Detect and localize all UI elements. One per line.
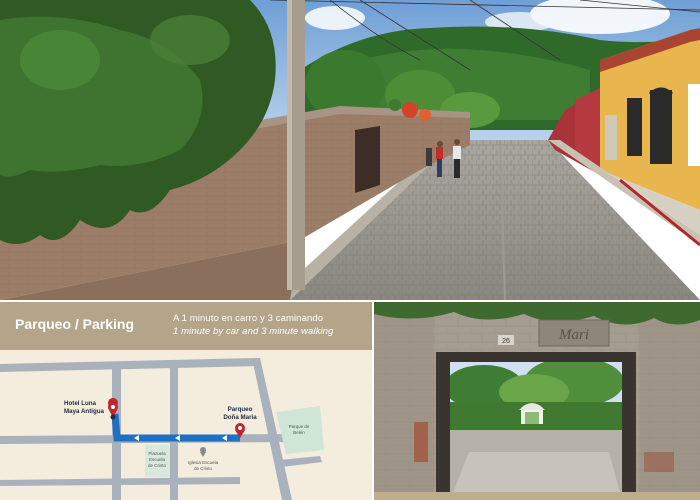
parking-label-line1: Parqueo: [228, 406, 253, 413]
hotel-label-line2: Maya Antigua: [64, 408, 105, 415]
parking-header: Parqueo / Parking A 1 minuto en carro y …: [0, 302, 372, 350]
plaza-label-line2: Escuela: [149, 457, 166, 462]
parking-map: Hotel Luna Maya Antigua Parqueo Doña Mar…: [0, 350, 372, 500]
gate-caption-bar: [374, 492, 700, 500]
parking-info-panel: Parqueo / Parking A 1 minuto en carro y …: [0, 302, 372, 500]
street-scene: [0, 0, 700, 300]
plaza-label-line1: Plazuela: [148, 451, 166, 456]
gate-sign-text: Mari: [558, 327, 589, 343]
street-photo: [0, 0, 700, 300]
church-label-line1: Iglesia Escuela: [188, 460, 219, 465]
parking-title: Parqueo / Parking: [15, 316, 135, 332]
gate-photo: Mari 26: [374, 302, 700, 500]
house-number: 26: [502, 338, 510, 345]
gate-scene: Mari 26: [374, 302, 700, 500]
parking-label-line2: Doña Maria: [223, 414, 257, 421]
park-label-line2: Belén: [293, 430, 305, 435]
hotel-label-line1: Hotel Luna: [64, 400, 97, 407]
parking-note-spanish: A 1 minuto en carro y 3 caminando: [173, 313, 324, 324]
parking-note-english: 1 minute by car and 3 minute walking: [173, 326, 334, 337]
church-label-line2: de Cristo: [194, 466, 213, 471]
park-label-line1: Parque de: [289, 424, 310, 429]
plaza-label-line3: de Cristo: [148, 463, 167, 468]
